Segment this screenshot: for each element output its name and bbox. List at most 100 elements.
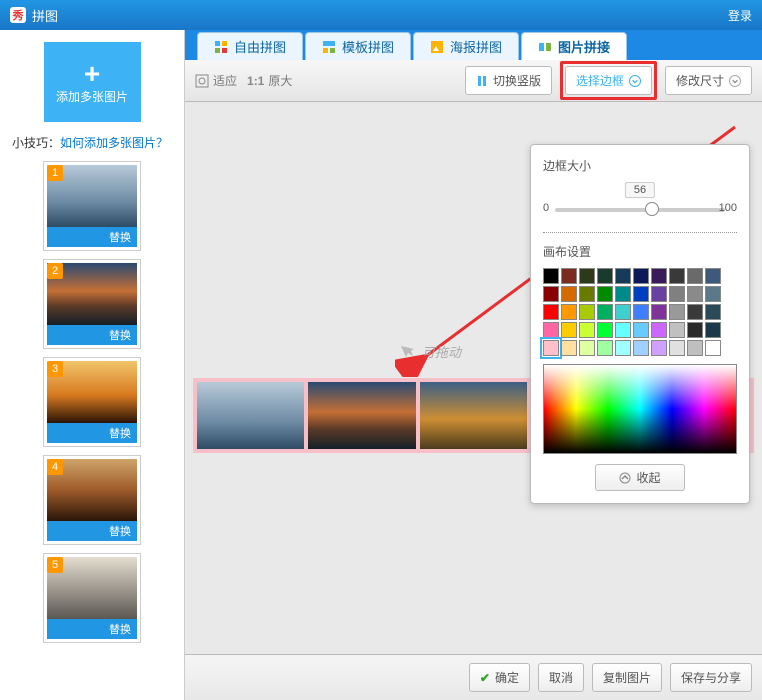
color-swatch[interactable] <box>597 268 613 284</box>
color-swatch[interactable] <box>615 268 631 284</box>
color-swatch[interactable] <box>705 268 721 284</box>
color-swatch[interactable] <box>633 268 649 284</box>
collapse-label: 收起 <box>636 469 660 486</box>
color-swatch[interactable] <box>633 286 649 302</box>
color-swatch[interactable] <box>561 322 577 338</box>
color-swatch[interactable] <box>669 268 685 284</box>
color-swatch[interactable] <box>543 268 559 284</box>
color-swatch[interactable] <box>651 268 667 284</box>
toggle-vertical-button[interactable]: 切换竖版 <box>465 66 552 95</box>
add-images-label: 添加多张图片 <box>56 88 128 105</box>
color-swatch[interactable] <box>615 286 631 302</box>
replace-button[interactable]: 替换 <box>47 325 137 345</box>
splice-cell[interactable] <box>308 382 415 449</box>
drag-hint: 可拖动 <box>400 342 461 361</box>
color-swatch[interactable] <box>633 322 649 338</box>
thumbnail[interactable]: 3替换 <box>43 357 141 447</box>
color-swatch[interactable] <box>651 304 667 320</box>
original-size-button[interactable]: 1:1原大 <box>247 72 292 89</box>
tab-free-label: 自由拼图 <box>234 37 286 56</box>
color-swatch[interactable] <box>651 286 667 302</box>
tab-poster-label: 海报拼图 <box>450 37 502 56</box>
tab-free[interactable]: 自由拼图 <box>197 32 303 60</box>
color-swatch[interactable] <box>579 268 595 284</box>
thumbnail-list: 1替换2替换3替换4替换5替换 <box>12 161 172 643</box>
replace-button[interactable]: 替换 <box>47 619 137 639</box>
color-swatch[interactable] <box>705 304 721 320</box>
color-swatch[interactable] <box>705 340 721 356</box>
color-swatch[interactable] <box>543 286 559 302</box>
color-swatch[interactable] <box>687 286 703 302</box>
border-size-slider[interactable]: 56 0 100 <box>543 182 737 222</box>
color-swatch[interactable] <box>669 304 685 320</box>
color-swatch[interactable] <box>633 340 649 356</box>
collapse-button[interactable]: 收起 <box>595 464 685 491</box>
color-swatch[interactable] <box>651 322 667 338</box>
color-swatch[interactable] <box>597 304 613 320</box>
color-swatch[interactable] <box>687 268 703 284</box>
toggle-vertical-label: 切换竖版 <box>493 72 541 89</box>
select-border-button[interactable]: 选择边框 <box>565 66 652 95</box>
color-spectrum[interactable] <box>543 364 737 454</box>
color-swatch[interactable] <box>687 322 703 338</box>
color-swatch[interactable] <box>651 340 667 356</box>
color-swatch[interactable] <box>687 340 703 356</box>
thumbnail[interactable]: 4替换 <box>43 455 141 545</box>
slider-min: 0 <box>543 202 549 214</box>
color-swatch[interactable] <box>543 340 559 356</box>
replace-button[interactable]: 替换 <box>47 521 137 541</box>
color-swatch[interactable] <box>543 322 559 338</box>
replace-button[interactable]: 替换 <box>47 423 137 443</box>
color-swatch[interactable] <box>579 304 595 320</box>
tab-bar: 自由拼图 模板拼图 海报拼图 图片拼接 <box>185 30 762 60</box>
border-size-title: 边框大小 <box>543 157 737 174</box>
color-swatch[interactable] <box>633 304 649 320</box>
tab-splice[interactable]: 图片拼接 <box>521 32 627 60</box>
color-swatch[interactable] <box>615 322 631 338</box>
color-swatch[interactable] <box>597 340 613 356</box>
color-swatch[interactable] <box>597 322 613 338</box>
thumbnail[interactable]: 1替换 <box>43 161 141 251</box>
splice-cell[interactable] <box>197 382 304 449</box>
color-swatch[interactable] <box>597 286 613 302</box>
slider-track[interactable] <box>555 208 725 212</box>
color-swatch[interactable] <box>579 286 595 302</box>
copy-image-label: 复制图片 <box>603 669 651 686</box>
color-swatch[interactable] <box>705 322 721 338</box>
color-swatch[interactable] <box>669 286 685 302</box>
replace-button[interactable]: 替换 <box>47 227 137 247</box>
color-swatch[interactable] <box>561 268 577 284</box>
tip-link[interactable]: 如何添加多张图片？ <box>60 136 168 150</box>
color-swatch[interactable] <box>579 322 595 338</box>
color-swatch[interactable] <box>561 340 577 356</box>
tab-poster[interactable]: 海报拼图 <box>413 32 519 60</box>
ok-button[interactable]: ✔确定 <box>469 663 530 692</box>
splice-cell[interactable] <box>420 382 527 449</box>
cursor-icon <box>400 345 418 359</box>
color-swatch[interactable] <box>687 304 703 320</box>
ratio-icon: 1:1 <box>247 74 264 88</box>
fit-button[interactable]: 适应 <box>195 72 237 89</box>
cancel-button[interactable]: 取消 <box>538 663 584 692</box>
color-swatch[interactable] <box>615 340 631 356</box>
login-link[interactable]: 登录 <box>728 7 752 24</box>
copy-image-button[interactable]: 复制图片 <box>592 663 662 692</box>
color-swatch[interactable] <box>705 286 721 302</box>
thumbnail[interactable]: 2替换 <box>43 259 141 349</box>
thumbnail[interactable]: 5替换 <box>43 553 141 643</box>
color-swatch[interactable] <box>561 304 577 320</box>
color-swatch[interactable] <box>561 286 577 302</box>
add-images-button[interactable]: + 添加多张图片 <box>44 42 141 122</box>
color-swatch[interactable] <box>615 304 631 320</box>
color-swatch[interactable] <box>669 322 685 338</box>
color-swatch[interactable] <box>543 304 559 320</box>
save-share-button[interactable]: 保存与分享 <box>670 663 752 692</box>
tab-template[interactable]: 模板拼图 <box>305 32 411 60</box>
color-swatch[interactable] <box>579 340 595 356</box>
plus-icon: + <box>84 60 100 88</box>
select-border-highlight: 选择边框 <box>560 61 657 100</box>
resize-button[interactable]: 修改尺寸 <box>665 66 752 95</box>
color-swatch[interactable] <box>669 340 685 356</box>
drag-hint-text: 可拖动 <box>422 342 461 361</box>
slider-handle[interactable] <box>645 202 659 216</box>
